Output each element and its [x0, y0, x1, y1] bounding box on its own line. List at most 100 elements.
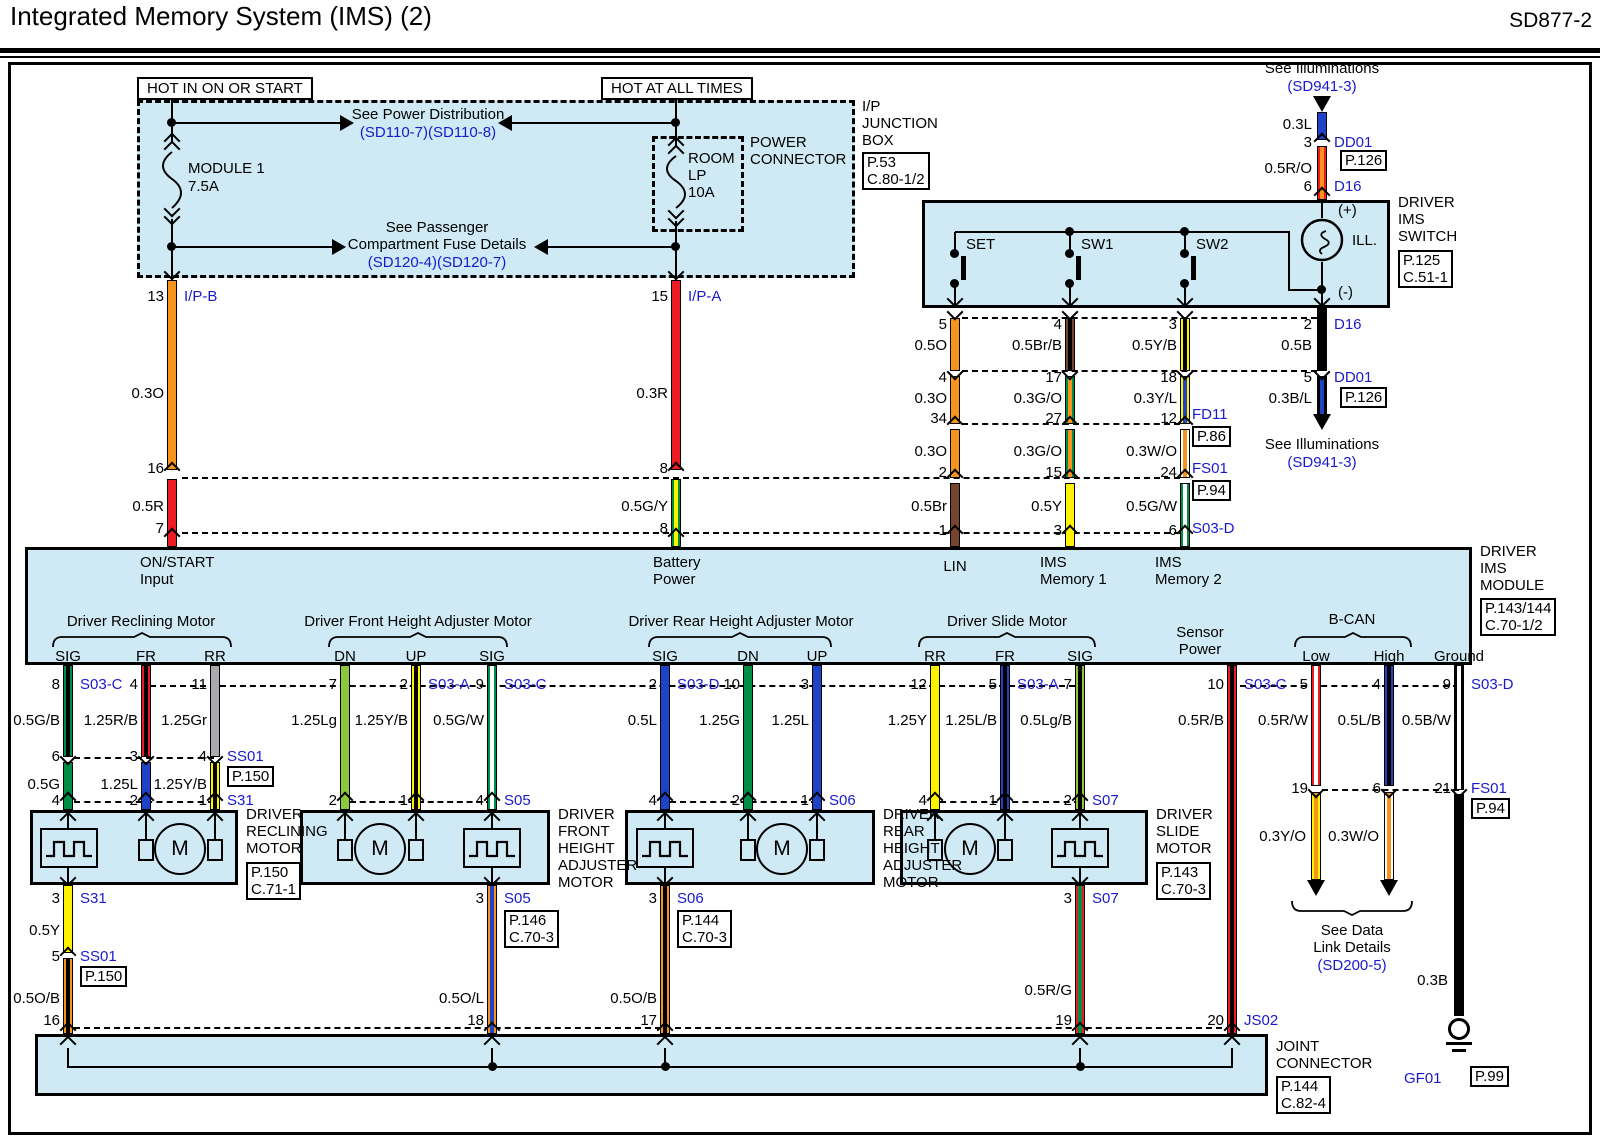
wire-gauge: 0.3L [1283, 116, 1312, 133]
position-sensor-icon [463, 828, 521, 868]
ref-page: P.144 [1281, 1078, 1326, 1095]
pin-number: 5 [989, 676, 997, 693]
motor2-title: DRIVER [558, 806, 615, 823]
switch-dot [1065, 279, 1074, 288]
wire-g3-dn [743, 665, 753, 810]
hot-label: HOT IN ON OR START [137, 77, 313, 100]
wire-gauge: 0.5Br/B [1012, 337, 1062, 354]
see-power-distribution: See Power Distribution [352, 106, 505, 123]
switch-title-3: SWITCH [1398, 228, 1457, 245]
see-illuminations-ref: (SD941-3) [1287, 78, 1356, 95]
position-sensor-icon [1051, 828, 1109, 868]
ref-page: P.126 [1345, 389, 1382, 406]
wire-g2-sig [487, 665, 497, 810]
module-input-mem2-1: IMS [1155, 554, 1182, 571]
switch-dot [1180, 279, 1189, 288]
wire-gauge: 1.25Lg [291, 712, 337, 729]
position-sensor-icon [40, 828, 98, 868]
branch-line [172, 246, 332, 248]
pin-number: 18 [467, 1012, 484, 1029]
wire-bcan-high [1384, 665, 1394, 786]
hot-label-text: HOT AT ALL TIMES [611, 80, 743, 97]
wire-m1-0.5Y [63, 885, 73, 953]
wire-gauge: 0.5Y/B [1132, 337, 1177, 354]
module-input-lin: LIN [943, 558, 966, 575]
wire-gauge: 0.5Br [911, 498, 947, 515]
pin-number: 4 [649, 792, 657, 809]
switch-dot [1180, 249, 1189, 258]
wire-gauge: 1.25R/B [84, 712, 138, 729]
wire-d16-0.5B [1317, 308, 1327, 371]
wire-gauge: 0.3W/O [1328, 828, 1379, 845]
wire-g2-dn [340, 665, 350, 810]
motor-icon: M [354, 823, 406, 875]
ground-ring-icon [1448, 1018, 1470, 1040]
ref-page: P.146 [509, 912, 554, 929]
wire-gauge: 1.25Y/B [355, 712, 408, 729]
wire-gauge: 0.5O/B [610, 990, 657, 1007]
pin-number: 2 [939, 464, 947, 481]
connector-name: S05 [504, 792, 531, 809]
motor-icon: M [154, 823, 206, 875]
bcan-brace [1294, 632, 1412, 648]
pin-number: 1 [939, 522, 947, 539]
module-pin-label: FR [136, 648, 156, 665]
module-input-mem2-2: Memory 2 [1155, 571, 1222, 588]
ref-page: P.150 [251, 864, 296, 881]
switch-dot [1065, 249, 1074, 258]
ref-conn: C.70-3 [1161, 881, 1206, 898]
ill-label: ILL. [1352, 232, 1377, 249]
connector-name: S05 [504, 890, 531, 907]
pin-number: 8 [660, 520, 668, 537]
refbox: P.86 [1192, 426, 1231, 447]
pin-number: 12 [1160, 410, 1177, 427]
pin-number: 4 [1373, 676, 1381, 693]
pin-number: 21 [1434, 780, 1451, 797]
fuse1-rating: 7.5A [188, 178, 219, 195]
connector-name: JS02 [1244, 1012, 1278, 1029]
motor3-title: HEIGHT [883, 840, 940, 857]
connector-name: S06 [829, 792, 856, 809]
connector-name: S03-A [1017, 676, 1059, 693]
group-name: Driver Slide Motor [947, 613, 1067, 630]
power-connector-label-1: POWER [750, 134, 807, 151]
junction-dot [671, 118, 680, 127]
illumination-bulb-icon [1300, 218, 1344, 262]
connector-name: S07 [1092, 890, 1119, 907]
jb-name-1: I/P [862, 98, 880, 115]
refbox: P.126 [1340, 150, 1387, 171]
pin-number: 16 [43, 1012, 60, 1029]
motor-terminal-icon [138, 839, 154, 861]
title-rule-thick [0, 48, 1600, 53]
wire-gauge: 0.3G/O [1014, 443, 1062, 460]
refbox: P.126 [1340, 387, 1387, 408]
wire-gauge: 0.3R [636, 385, 668, 402]
wire-gauge: 1.25Y [888, 712, 927, 729]
wire-g3-up [812, 665, 822, 810]
pin-number: 2 [400, 676, 408, 693]
ground-connector-name: GF01 [1404, 1070, 1442, 1087]
pin-number: 19 [1291, 780, 1308, 797]
module-pin-label: SIG [1067, 648, 1093, 665]
ref-page: P.150 [232, 768, 269, 785]
pin-number: 20 [1207, 1012, 1224, 1029]
wire-bcan-low2 [1311, 792, 1321, 880]
pin-number: 13 [147, 288, 164, 305]
connector-name: S03-D [1471, 676, 1514, 693]
jb-ref-page: P.53 [867, 154, 925, 171]
wire-ground-0.5BW [1454, 665, 1464, 790]
pin-number: 3 [1304, 134, 1312, 151]
wire-gauge: 0.3O [914, 390, 947, 407]
arrow-down-icon [1313, 96, 1331, 112]
wire-gauge: 1.25Y/B [154, 776, 207, 793]
arrow-down-icon [1380, 880, 1398, 896]
pin-number: 2 [130, 792, 138, 809]
motor4-title: MOTOR [1156, 840, 1212, 857]
motor2-title: MOTOR [558, 874, 614, 891]
wire-m4-0.5RG [1075, 885, 1085, 1034]
connector-name: I/P-A [688, 288, 721, 305]
motor-terminal-icon [809, 839, 825, 861]
motor-terminal-icon [207, 839, 223, 861]
wire-gauge: 0.5G/W [433, 712, 484, 729]
jb-name-2: JUNCTION [862, 115, 938, 132]
